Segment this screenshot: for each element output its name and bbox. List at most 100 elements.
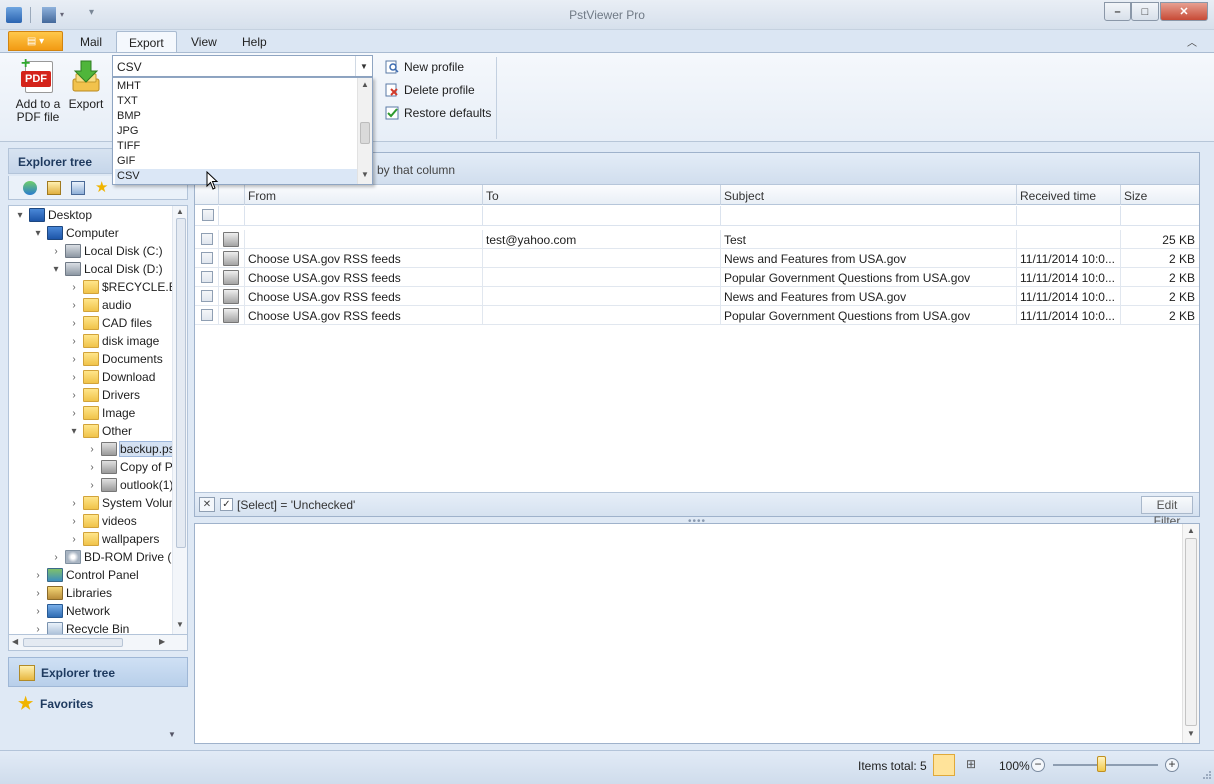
scroll-thumb[interactable] (360, 122, 370, 144)
restore-defaults-button[interactable]: Restore defaults (385, 106, 491, 120)
open-folder-icon[interactable] (47, 181, 61, 195)
format-option-mht[interactable]: MHT (115, 79, 357, 94)
tree-horizontal-scrollbar[interactable]: ◀ ▶ (8, 635, 188, 651)
scroll-down-icon[interactable]: ▼ (358, 170, 372, 182)
filter-to[interactable] (483, 206, 721, 225)
tree-node-folder[interactable]: › disk image (65, 332, 159, 350)
preview-scrollbar[interactable]: ▲ ▼ (1182, 524, 1199, 743)
tree-node-local-disk-c[interactable]: › Local Disk (C:) (47, 242, 163, 260)
collapse-ribbon-icon[interactable]: ︿ (1187, 34, 1197, 49)
header-to[interactable]: To (483, 185, 721, 205)
scroll-up-icon[interactable]: ▲ (358, 80, 372, 92)
reading-view-button[interactable]: ⊞ (961, 754, 983, 776)
app-menu-button[interactable]: ▤ ▾ (8, 31, 63, 51)
filter-checkbox[interactable] (202, 209, 214, 221)
tree-node-pst-file[interactable]: › Copy of Pe (83, 458, 179, 476)
tree-node-folder[interactable]: › Image (65, 404, 135, 422)
tree-vertical-scrollbar[interactable]: ▲ ▼ (172, 206, 187, 634)
scroll-down-icon[interactable]: ▼ (176, 620, 184, 629)
tree-node-folder[interactable]: › CAD files (65, 314, 152, 332)
header-subject[interactable]: Subject (721, 185, 1017, 205)
close-button[interactable]: ✕ (1160, 2, 1208, 21)
filter-from[interactable] (245, 206, 483, 225)
format-option-csv[interactable]: CSV (115, 169, 357, 184)
table-row[interactable]: Choose USA.gov RSS feeds Popular Governm… (195, 268, 1199, 287)
delete-profile-button[interactable]: Delete profile (385, 83, 475, 97)
tree-node-computer[interactable]: ▾ Computer (29, 224, 119, 242)
scroll-right-icon[interactable]: ▶ (159, 637, 165, 646)
tree-node-desktop[interactable]: ▾ Desktop (11, 206, 92, 224)
scroll-thumb[interactable] (176, 218, 186, 548)
row-checkbox[interactable] (201, 233, 213, 245)
zoom-in-button[interactable]: + (1165, 758, 1179, 772)
table-row[interactable]: Choose USA.gov RSS feeds News and Featur… (195, 287, 1199, 306)
dropdown-scrollbar[interactable]: ▲ ▼ (357, 78, 372, 184)
clear-filter-icon[interactable]: ✕ (199, 497, 215, 512)
scroll-up-icon[interactable]: ▲ (1187, 526, 1195, 535)
tree-node-libraries[interactable]: › Libraries (29, 584, 112, 602)
zoom-slider-thumb[interactable] (1097, 756, 1106, 772)
table-row[interactable]: Choose USA.gov RSS feeds Popular Governm… (195, 306, 1199, 325)
header-received-time[interactable]: Received time (1017, 185, 1121, 205)
scroll-up-icon[interactable]: ▲ (176, 207, 184, 216)
refresh-icon[interactable] (23, 181, 37, 195)
star-icon[interactable]: ★ (95, 180, 109, 195)
table-row[interactable]: Choose USA.gov RSS feeds News and Featur… (195, 249, 1199, 268)
tree-node-bd-rom[interactable]: › BD-ROM Drive (E:) (47, 548, 187, 566)
format-option-gif[interactable]: GIF (115, 154, 357, 169)
preview-pane[interactable]: ▲ ▼ (194, 523, 1200, 744)
export-button[interactable]: Export (66, 59, 106, 111)
format-option-bmp[interactable]: BMP (115, 109, 357, 124)
tree-node-folder[interactable]: › videos (65, 512, 137, 530)
tree-node-folder[interactable]: › $RECYCLE.BIN (65, 278, 187, 296)
filter-size[interactable] (1121, 206, 1199, 225)
add-to-pdf-button[interactable]: PDF + Add to a PDF file (14, 56, 62, 124)
tree-node-folder[interactable]: › Documents (65, 350, 163, 368)
format-combobox[interactable]: CSV ▼ (112, 55, 373, 77)
tree-node-folder[interactable]: › Drivers (65, 386, 140, 404)
nav-favorites[interactable]: ★ Favorites (8, 689, 188, 719)
chevron-down-icon[interactable]: ▼ (355, 56, 372, 76)
filter-received[interactable] (1017, 206, 1121, 225)
table-row[interactable]: test@yahoo.com Test 25 KB (195, 230, 1199, 249)
properties-icon[interactable] (71, 181, 85, 195)
tree-node-folder-other[interactable]: ▾ Other (65, 422, 132, 440)
tab-mail[interactable]: Mail (80, 35, 102, 49)
explorer-tree[interactable]: ▾ Desktop ▾ Computer › Local Disk (C:) ▾ Loc… (8, 205, 188, 635)
header-size[interactable]: Size (1121, 185, 1199, 205)
nav-explorer-tree[interactable]: Explorer tree (8, 657, 188, 687)
header-from[interactable]: From (245, 185, 483, 205)
row-checkbox[interactable] (201, 271, 213, 283)
tree-node-folder[interactable]: › audio (65, 296, 131, 314)
tree-node-pst-file[interactable]: › outlook(1). (83, 476, 177, 494)
format-dropdown-list[interactable]: MHT TXT BMP JPG TIFF GIF CSV ▲ ▼ (112, 77, 373, 185)
tree-node-local-disk-d[interactable]: ▾ Local Disk (D:) (47, 260, 163, 278)
tree-node-folder[interactable]: › Download (65, 368, 155, 386)
row-checkbox[interactable] (201, 309, 213, 321)
tab-export[interactable]: Export (116, 31, 177, 53)
scroll-thumb[interactable] (23, 638, 123, 647)
tree-node-folder[interactable]: › wallpapers (65, 530, 159, 548)
tab-help[interactable]: Help (242, 35, 267, 49)
maximize-button[interactable]: □ (1131, 2, 1159, 21)
filter-row[interactable] (195, 206, 1199, 226)
tree-node-pst-file[interactable]: › backup.pst (83, 440, 180, 458)
tree-node-control-panel[interactable]: › Control Panel (29, 566, 139, 584)
resize-grip-icon[interactable] (1202, 770, 1212, 780)
scroll-left-icon[interactable]: ◀ (12, 637, 18, 646)
edit-filter-button[interactable]: Edit Filter (1141, 496, 1193, 528)
format-option-txt[interactable]: TXT (115, 94, 357, 109)
tree-node-recycle-bin[interactable]: › Recycle Bin (29, 620, 129, 634)
normal-view-button[interactable] (933, 754, 955, 776)
row-checkbox[interactable] (201, 252, 213, 264)
tab-view[interactable]: View (191, 35, 217, 49)
header-icon[interactable] (219, 185, 245, 205)
filter-subject[interactable] (721, 206, 1017, 225)
chevron-down-icon[interactable]: ▼ (168, 730, 176, 739)
tree-node-folder[interactable]: › System Volume (65, 494, 185, 512)
format-option-tiff[interactable]: TIFF (115, 139, 357, 154)
new-profile-button[interactable]: New profile (385, 60, 464, 74)
zoom-out-button[interactable]: − (1031, 758, 1045, 772)
row-checkbox[interactable] (201, 290, 213, 302)
scroll-down-icon[interactable]: ▼ (1187, 729, 1195, 738)
